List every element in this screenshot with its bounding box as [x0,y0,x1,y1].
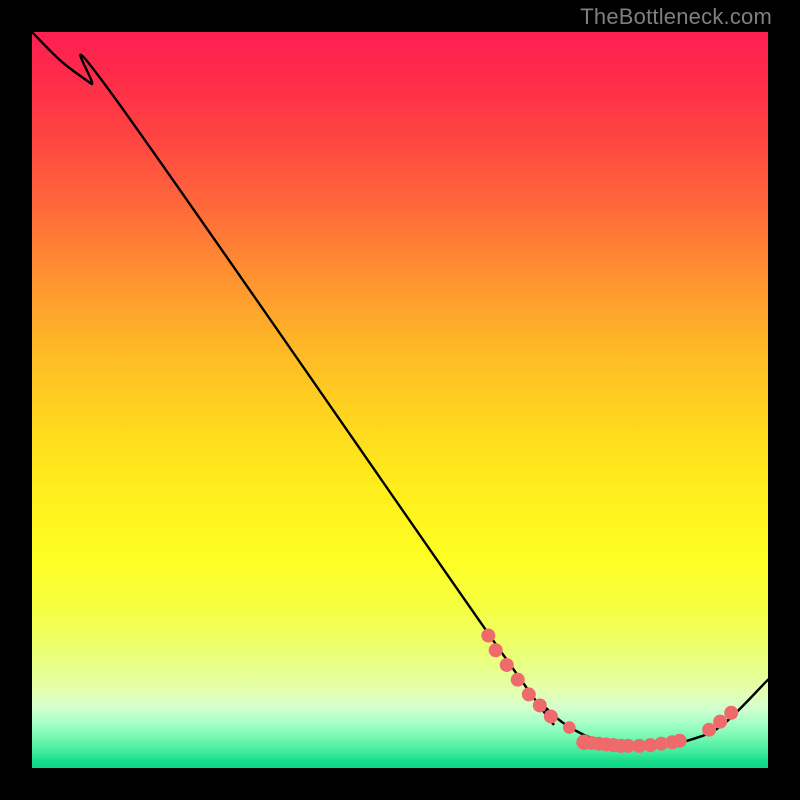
bottleneck-curve [32,32,768,746]
watermark-text: TheBottleneck.com [580,4,772,30]
curve-marker [533,698,547,712]
curve-marker [724,706,738,720]
curve-marker [481,629,495,643]
curve-markers [481,629,738,753]
chart-frame: TheBottleneck.com [0,0,800,800]
curve-marker [563,721,576,734]
curve-marker [522,687,536,701]
curve-marker [500,658,514,672]
curve-marker [544,709,558,723]
curve-marker [489,643,503,657]
curve-marker [511,673,525,687]
curve-marker [713,715,727,729]
curve-layer [32,32,768,768]
curve-marker [673,734,687,748]
plot-area [32,32,768,768]
